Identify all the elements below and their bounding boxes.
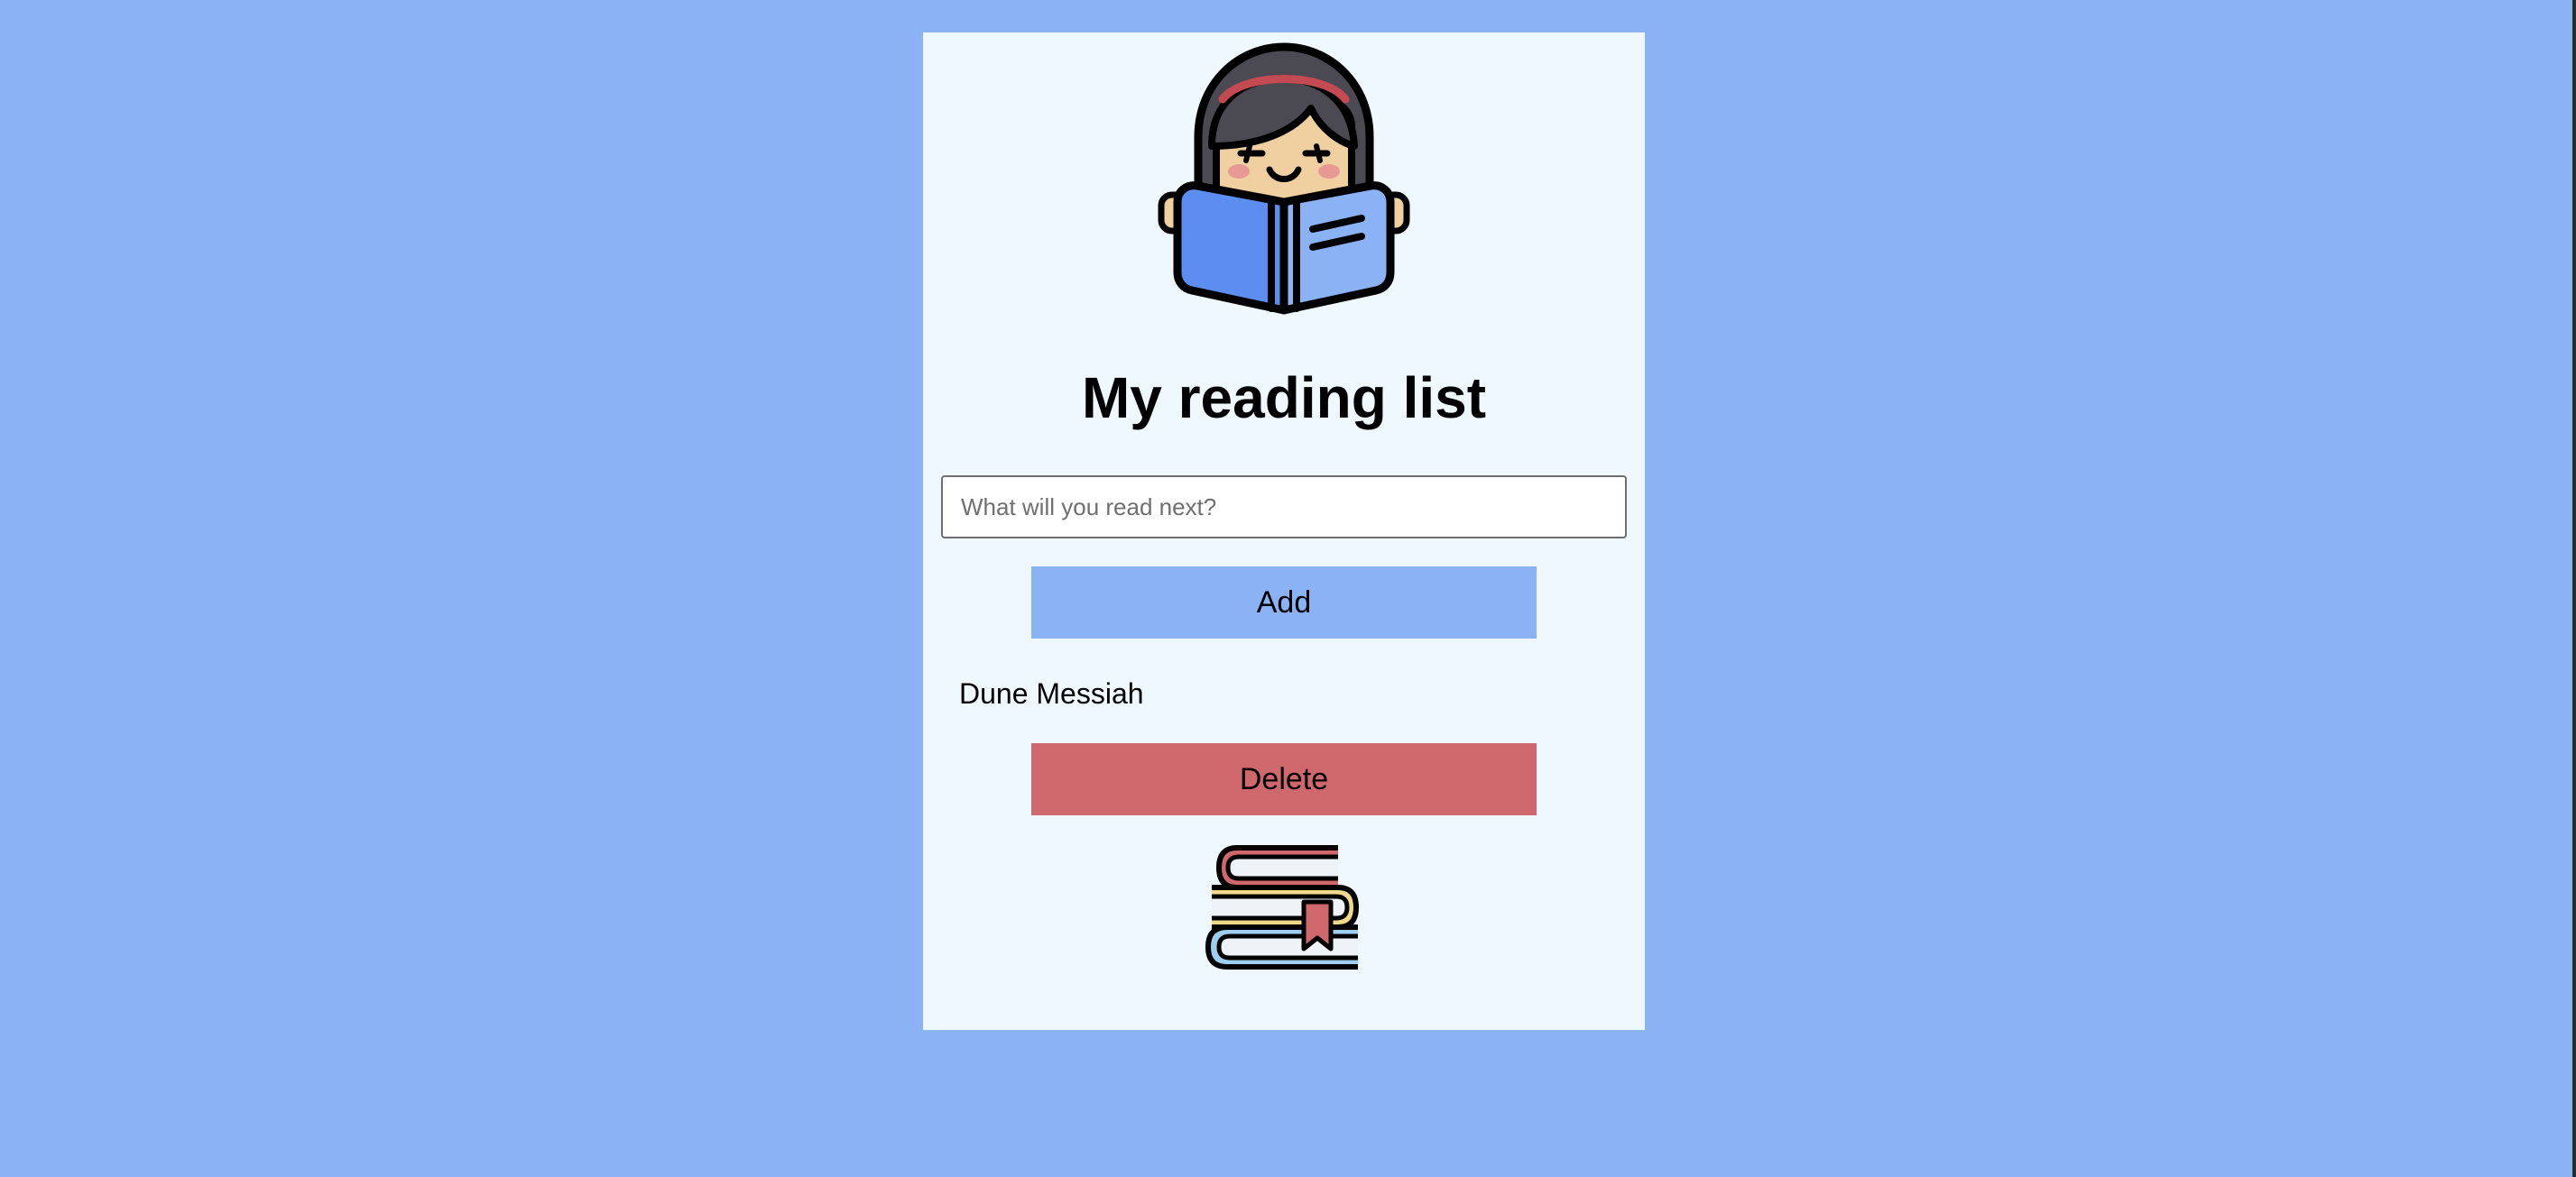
page-title: My reading list [1081, 365, 1487, 430]
book-list-item-title: Dune Messiah [959, 677, 1144, 710]
delete-button[interactable]: Delete [1031, 743, 1537, 815]
book-title-input[interactable] [941, 475, 1627, 538]
reader-girl-icon [1158, 42, 1410, 315]
reading-list-card: My reading list Add Dune Messiah Delete [923, 32, 1645, 1030]
stacked-books-icon [1205, 845, 1359, 970]
add-button[interactable]: Add [1031, 566, 1537, 639]
window-edge-divider [2572, 0, 2576, 1177]
